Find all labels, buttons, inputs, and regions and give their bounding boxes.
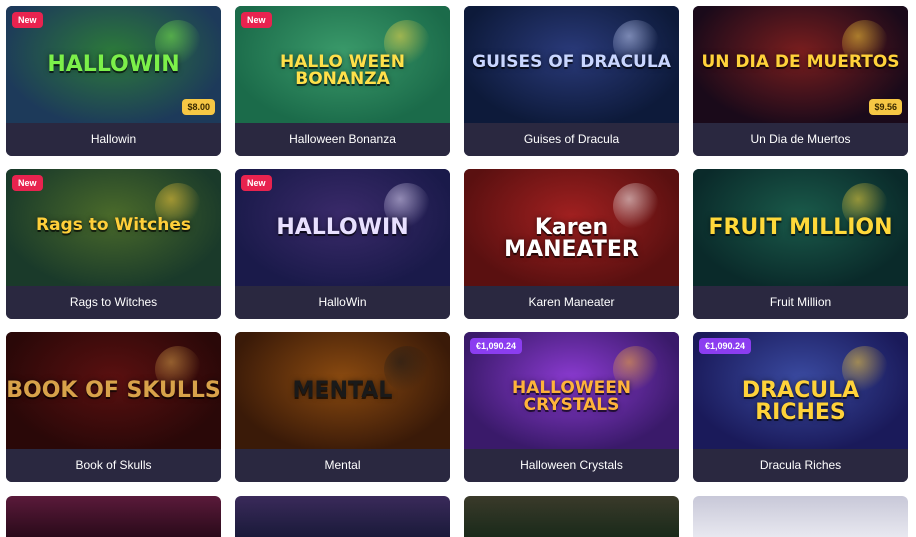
game-logo-art: HALLOWEEN CRYSTALS	[511, 378, 632, 415]
game-grid: HALLOWIN New $8.00 Hallowin HALLO WEEN BONAN…	[6, 6, 908, 482]
game-thumbnail[interactable]: DRACULA RICHES €1,090.24	[693, 332, 908, 449]
price-tag: $8.00	[182, 99, 215, 115]
game-card-partial[interactable]	[693, 496, 908, 537]
game-thumbnail[interactable]: Karen MANEATER	[464, 169, 679, 286]
game-thumbnail[interactable]: HALLO WEEN BONANZA New	[235, 6, 450, 123]
new-badge: New	[12, 12, 43, 28]
game-card[interactable]: HALLOWIN New $8.00 Hallowin	[6, 6, 221, 156]
game-logo-art: UN DIA DE MUERTOS	[701, 52, 900, 72]
new-badge: New	[241, 12, 272, 28]
game-logo-art: HALLOWIN	[276, 215, 409, 240]
game-thumbnail[interactable]: GUISES OF DRACULA	[464, 6, 679, 123]
game-logo-art: MENTAL	[292, 378, 393, 403]
game-card[interactable]: HALLOWIN New HalloWin	[235, 169, 450, 319]
game-card[interactable]: GUISES OF DRACULA Guises of Dracula	[464, 6, 679, 156]
game-logo-art: BOOK OF SKULLS	[6, 378, 221, 403]
game-thumbnail[interactable]: HALLOWEEN CRYSTALS €1,090.24	[464, 332, 679, 449]
game-title[interactable]: Halloween Crystals	[464, 449, 679, 482]
game-logo-art: HALLO WEEN BONANZA	[279, 52, 406, 89]
game-thumbnail[interactable]: MENTAL	[235, 332, 450, 449]
game-card[interactable]: Karen MANEATER Karen Maneater	[464, 169, 679, 319]
game-title[interactable]: Dracula Riches	[693, 449, 908, 482]
new-badge: New	[241, 175, 272, 191]
game-thumbnail[interactable]: BOOK OF SKULLS	[6, 332, 221, 449]
game-title[interactable]: Fruit Million	[693, 286, 908, 319]
jackpot-badge: €1,090.24	[470, 338, 523, 354]
game-thumbnail[interactable]: HALLOWIN New $8.00	[6, 6, 221, 123]
new-badge: New	[12, 175, 43, 191]
game-logo-art: Karen MANEATER	[504, 215, 639, 262]
game-logo-art: FRUIT MILLION	[708, 215, 893, 240]
game-title[interactable]: Halloween Bonanza	[235, 123, 450, 156]
game-thumbnail[interactable]: FRUIT MILLION	[693, 169, 908, 286]
game-card[interactable]: DRACULA RICHES €1,090.24 Dracula Riches	[693, 332, 908, 482]
game-logo-art: Rags to Witches	[35, 215, 192, 235]
game-title[interactable]: Hallowin	[6, 123, 221, 156]
price-tag: $9.56	[869, 99, 902, 115]
game-card[interactable]: MENTAL Mental	[235, 332, 450, 482]
jackpot-badge: €1,090.24	[699, 338, 752, 354]
game-logo-art: GUISES OF DRACULA	[472, 52, 671, 72]
game-logo-art: DRACULA RICHES	[741, 378, 860, 425]
game-card-partial[interactable]	[464, 496, 679, 537]
game-thumbnail[interactable]: Rags to Witches New	[6, 169, 221, 286]
game-thumbnail[interactable]: UN DIA DE MUERTOS $9.56	[693, 6, 908, 123]
game-card[interactable]: HALLO WEEN BONANZA New Halloween Bonanza	[235, 6, 450, 156]
game-card[interactable]: BOOK OF SKULLS Book of Skulls	[6, 332, 221, 482]
game-title[interactable]: Guises of Dracula	[464, 123, 679, 156]
game-title[interactable]: HalloWin	[235, 286, 450, 319]
game-card-partial[interactable]	[235, 496, 450, 537]
game-logo-art: HALLOWIN	[47, 52, 180, 77]
game-title[interactable]: Karen Maneater	[464, 286, 679, 319]
game-card[interactable]: FRUIT MILLION Fruit Million	[693, 169, 908, 319]
game-title[interactable]: Mental	[235, 449, 450, 482]
game-grid-next-row	[6, 496, 908, 537]
game-title[interactable]: Book of Skulls	[6, 449, 221, 482]
game-card[interactable]: UN DIA DE MUERTOS $9.56 Un Dia de Muertos	[693, 6, 908, 156]
game-title[interactable]: Rags to Witches	[6, 286, 221, 319]
game-card[interactable]: Rags to Witches New Rags to Witches	[6, 169, 221, 319]
game-title[interactable]: Un Dia de Muertos	[693, 123, 908, 156]
game-card-partial[interactable]	[6, 496, 221, 537]
game-card[interactable]: HALLOWEEN CRYSTALS €1,090.24 Halloween Cry…	[464, 332, 679, 482]
game-thumbnail[interactable]: HALLOWIN New	[235, 169, 450, 286]
